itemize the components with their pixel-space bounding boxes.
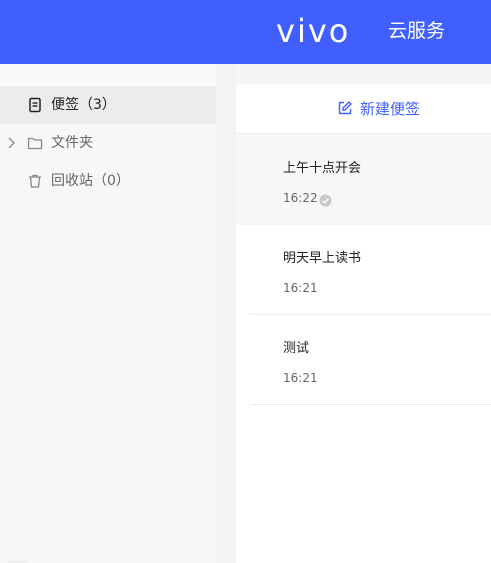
note-title: 测试 (283, 341, 310, 356)
divider (8, 561, 28, 562)
note-item[interactable]: 上午十点开会 16:22 (236, 135, 491, 225)
note-title: 上午十点开会 (283, 161, 362, 176)
sidebar-item-label: 回收站（0） (51, 173, 130, 189)
notes-list-panel: 新建便签 上午十点开会 16:22 明天早上读书 16:21 测试 16:21 (236, 84, 491, 563)
note-item[interactable]: 测试 16:21 (236, 315, 491, 405)
trash-icon (27, 173, 43, 189)
sidebar-item-label: 便签（3） (51, 97, 116, 113)
sidebar-item-label: 文件夹 (51, 135, 93, 151)
new-note-label: 新建便签 (360, 100, 421, 118)
note-item[interactable]: 明天早上读书 16:21 (236, 225, 491, 315)
note-time: 16:21 (283, 371, 318, 385)
sidebar-item-trash[interactable]: 回收站（0） (0, 162, 216, 200)
note-icon (27, 97, 43, 113)
new-note-button[interactable]: 新建便签 (236, 84, 491, 134)
sidebar: 便签（3） 文件夹 回收站（0） (0, 64, 216, 563)
divider (250, 404, 491, 405)
service-title: 云服务 (388, 20, 446, 42)
edit-icon (337, 100, 353, 116)
sidebar-item-notes[interactable]: 便签（3） (0, 86, 216, 124)
pane-gap (216, 64, 236, 563)
note-time: 16:22 (283, 191, 318, 205)
folder-icon (27, 135, 43, 151)
sidebar-top-spacer (0, 64, 216, 86)
vivo-logo: vivo (276, 12, 351, 50)
sidebar-item-folders[interactable]: 文件夹 (0, 124, 216, 162)
chevron-right-icon[interactable] (6, 136, 16, 150)
note-title: 明天早上读书 (283, 251, 362, 266)
note-time: 16:21 (283, 281, 318, 295)
check-circle-icon (319, 192, 332, 207)
top-header: vivo 云服务 (0, 0, 491, 64)
